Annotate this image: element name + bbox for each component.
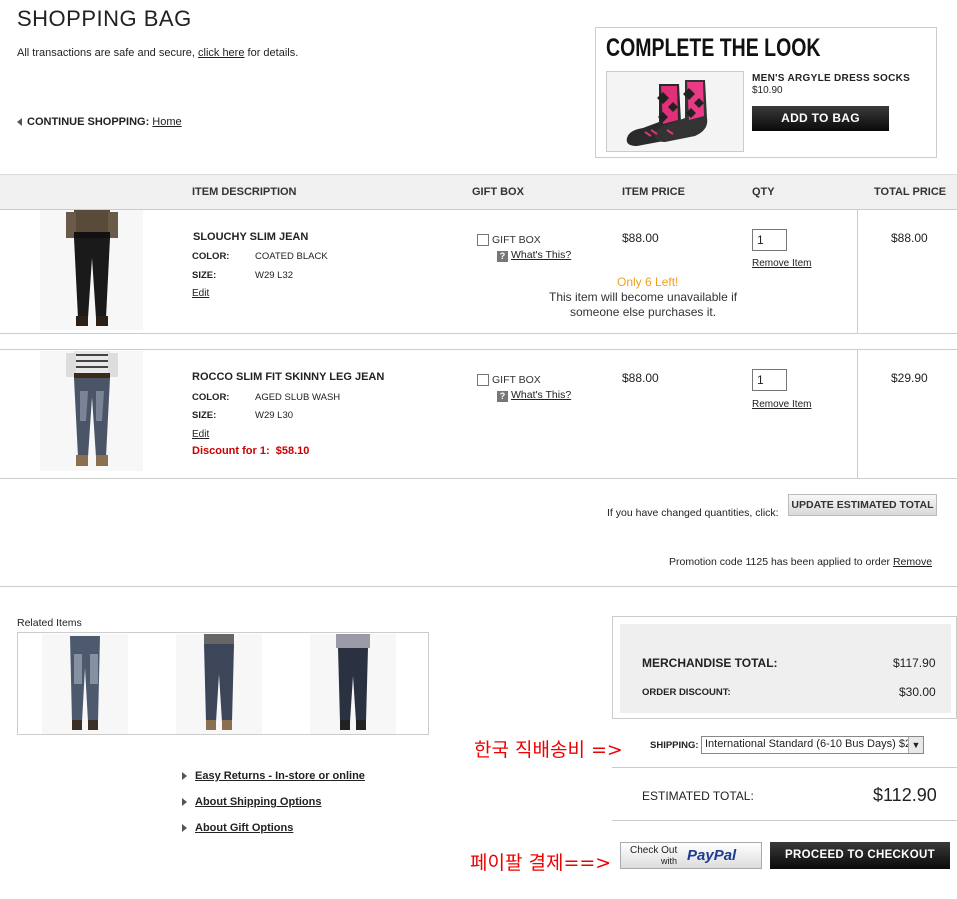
order-summary: MERCHANDISE TOTAL: $117.90 ORDER DISCOUN… — [612, 616, 957, 719]
arrow-right-icon — [182, 772, 187, 781]
merchandise-total-label: MERCHANDISE TOTAL: — [642, 656, 778, 670]
arrow-left-icon — [17, 118, 22, 127]
gift-box-checkbox[interactable] — [477, 374, 489, 386]
row-divider — [0, 478, 957, 479]
remove-promotion-link[interactable]: Remove — [893, 556, 932, 568]
update-note: If you have changed quantities, click: — [607, 507, 779, 519]
section-divider — [0, 586, 957, 587]
remove-item-link[interactable]: Remove Item — [752, 399, 811, 410]
summary-totals: MERCHANDISE TOTAL: $117.90 ORDER DISCOUN… — [620, 624, 951, 713]
stock-note-line1: This item will become unavailable if — [549, 290, 738, 304]
related-item-image[interactable] — [42, 634, 128, 734]
order-discount-label: ORDER DISCOUNT: — [642, 687, 731, 698]
remove-item-link[interactable]: Remove Item — [752, 258, 811, 269]
col-item-price: ITEM PRICE — [622, 186, 685, 198]
shipping-annotation: 한국 직배송비 => — [474, 739, 623, 761]
edit-link[interactable]: Edit — [192, 429, 209, 440]
total-price: $88.00 — [891, 231, 928, 245]
gift-options-link[interactable]: About Gift Options — [195, 822, 293, 834]
related-items-panel — [17, 632, 429, 735]
size-value: W29 L32 — [255, 270, 294, 281]
continue-shopping: CONTINUE SHOPPING: Home — [17, 116, 182, 128]
qty-input[interactable]: 1 — [752, 229, 787, 251]
stock-note-line2: someone else purchases it. — [570, 305, 717, 319]
col-item-description: ITEM DESCRIPTION — [192, 186, 297, 198]
divider — [857, 349, 858, 478]
proceed-to-checkout-button[interactable]: PROCEED TO CHECKOUT — [770, 842, 950, 869]
socks-price: $10.90 — [752, 85, 783, 96]
col-gift-box: GIFT BOX — [472, 186, 524, 198]
color-value: AGED SLUB WASH — [255, 392, 341, 403]
col-qty: QTY — [752, 186, 775, 198]
home-link[interactable]: Home — [152, 116, 181, 128]
size-label: SIZE: — [192, 270, 217, 281]
divider — [612, 820, 957, 821]
paypal-checkout-text: Check Out — [630, 845, 678, 856]
related-item-image[interactable] — [176, 634, 262, 734]
info-link-row[interactable]: About Gift Options — [182, 822, 293, 834]
arrow-right-icon — [182, 824, 187, 833]
related-items-label: Related Items — [17, 617, 82, 629]
item-name[interactable]: ROCCO SLIM FIT SKINNY LEG JEAN — [192, 371, 384, 383]
col-total-price: TOTAL PRICE — [874, 186, 947, 198]
stock-warning: Only 6 Left! — [617, 275, 679, 289]
color-label: COLOR: — [192, 392, 230, 403]
table-header: ITEM DESCRIPTION GIFT BOX ITEM PRICE QTY… — [0, 174, 957, 210]
whats-this-link[interactable]: What's This? — [511, 389, 571, 401]
whats-this-link[interactable]: What's This? — [511, 249, 571, 261]
page-title: SHOPPING BAG — [17, 6, 192, 31]
qty-input[interactable]: 1 — [752, 369, 787, 391]
size-label: SIZE: — [192, 410, 217, 421]
update-estimated-total-button[interactable]: UPDATE ESTIMATED TOTAL — [788, 494, 937, 516]
arrow-right-icon — [182, 798, 187, 807]
info-link-row[interactable]: Easy Returns - In-store or online — [182, 770, 365, 782]
edit-link[interactable]: Edit — [192, 288, 209, 299]
paypal-checkout-button[interactable]: Check Out with PayPal — [620, 842, 762, 869]
add-to-bag-button[interactable]: ADD TO BAG — [752, 106, 889, 131]
complete-the-look-heading: COMPLETE THE LOOK — [606, 34, 821, 62]
socks-image[interactable] — [606, 71, 744, 152]
promotion-note: Promotion code 1125 has been applied to … — [669, 556, 933, 568]
paypal-annotation: 페이팔 결제==> — [470, 852, 612, 874]
item-price: $88.00 — [622, 231, 659, 245]
estimated-total-label: ESTIMATED TOTAL: — [642, 789, 754, 803]
color-value: COATED BLACK — [255, 251, 328, 262]
divider — [612, 767, 957, 768]
socks-name[interactable]: MEN'S ARGYLE DRESS SOCKS — [752, 73, 910, 84]
secure-note: All transactions are safe and secure, cl… — [17, 47, 299, 59]
question-icon: ? — [497, 251, 508, 262]
shipping-label: SHIPPING: — [650, 740, 699, 751]
item-name[interactable]: SLOUCHY SLIM JEAN — [193, 231, 308, 243]
row-divider — [0, 333, 957, 334]
row-divider — [0, 349, 957, 350]
chevron-down-icon: ▼ — [908, 737, 923, 753]
related-item-image[interactable] — [310, 634, 396, 734]
divider — [857, 210, 858, 334]
gift-box-checkbox[interactable] — [477, 234, 489, 246]
product-image-rocco-slim-fit-jean[interactable] — [40, 351, 143, 471]
discount-text: Discount for 1: $58.10 — [192, 445, 310, 457]
product-image-slouchy-slim-jean[interactable] — [40, 210, 143, 330]
info-link-row[interactable]: About Shipping Options — [182, 796, 321, 808]
question-icon: ? — [497, 391, 508, 402]
click-here-link[interactable]: click here — [198, 47, 244, 59]
easy-returns-link[interactable]: Easy Returns - In-store or online — [195, 770, 365, 782]
color-label: COLOR: — [192, 251, 230, 262]
order-discount-value: $30.00 — [899, 685, 936, 699]
shipping-options-link[interactable]: About Shipping Options — [195, 796, 321, 808]
paypal-logo: PayPal — [687, 847, 737, 864]
complete-the-look-panel: COMPLETE THE LOOK MEN'S ARGYLE DRESS SOC… — [595, 27, 937, 158]
shipping-select[interactable]: International Standard (6-10 Bus Days) $… — [701, 736, 924, 754]
gift-box-label: GIFT BOX — [492, 374, 541, 386]
size-value: W29 L30 — [255, 410, 294, 421]
estimated-total-value: $112.90 — [873, 785, 937, 805]
paypal-with-text: with — [661, 856, 678, 866]
item-price: $88.00 — [622, 371, 659, 385]
gift-box-label: GIFT BOX — [492, 234, 541, 246]
merchandise-total-value: $117.90 — [893, 656, 936, 670]
total-price: $29.90 — [891, 371, 928, 385]
